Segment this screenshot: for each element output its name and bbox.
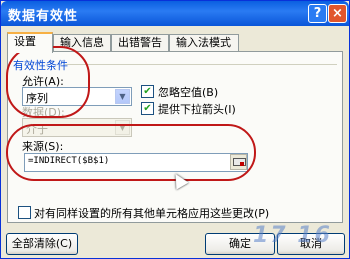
ignore-blank-label: 忽略空值(B) [158, 86, 219, 99]
dialog-title: 数据有效性 [8, 9, 79, 24]
annotation-circle-allow [6, 46, 90, 118]
watermark: 17 16 [253, 223, 332, 248]
apply-all-checkbox[interactable] [18, 206, 31, 219]
annotation-circle-source [6, 124, 256, 181]
close-button[interactable]: × [328, 4, 347, 23]
group-divider [65, 64, 337, 65]
clear-all-button[interactable]: 全部清除(C) [6, 233, 78, 255]
help-button[interactable]: ? [308, 4, 327, 23]
data-validation-dialog: 数据有效性 ? × 设置 输入信息 出错警告 输入法模式 有效性条件 允许(A)… [0, 0, 350, 259]
dropdown-arrow-checkbox[interactable]: ✔ [141, 102, 154, 115]
dropdown-arrow-label: 提供下拉箭头(I) [158, 103, 236, 116]
title-bar: 数据有效性 ? × [1, 1, 349, 26]
chevron-down-icon: ▼ [115, 89, 130, 104]
tab-error-alert[interactable]: 出错警告 [111, 34, 169, 52]
apply-all-label: 对有同样设置的所有其他单元格应用这些更改(P) [34, 207, 270, 220]
tab-ime-mode[interactable]: 输入法模式 [169, 34, 239, 52]
tab-settings[interactable]: 设置 [7, 32, 53, 53]
ignore-blank-checkbox[interactable]: ✔ [141, 85, 154, 98]
